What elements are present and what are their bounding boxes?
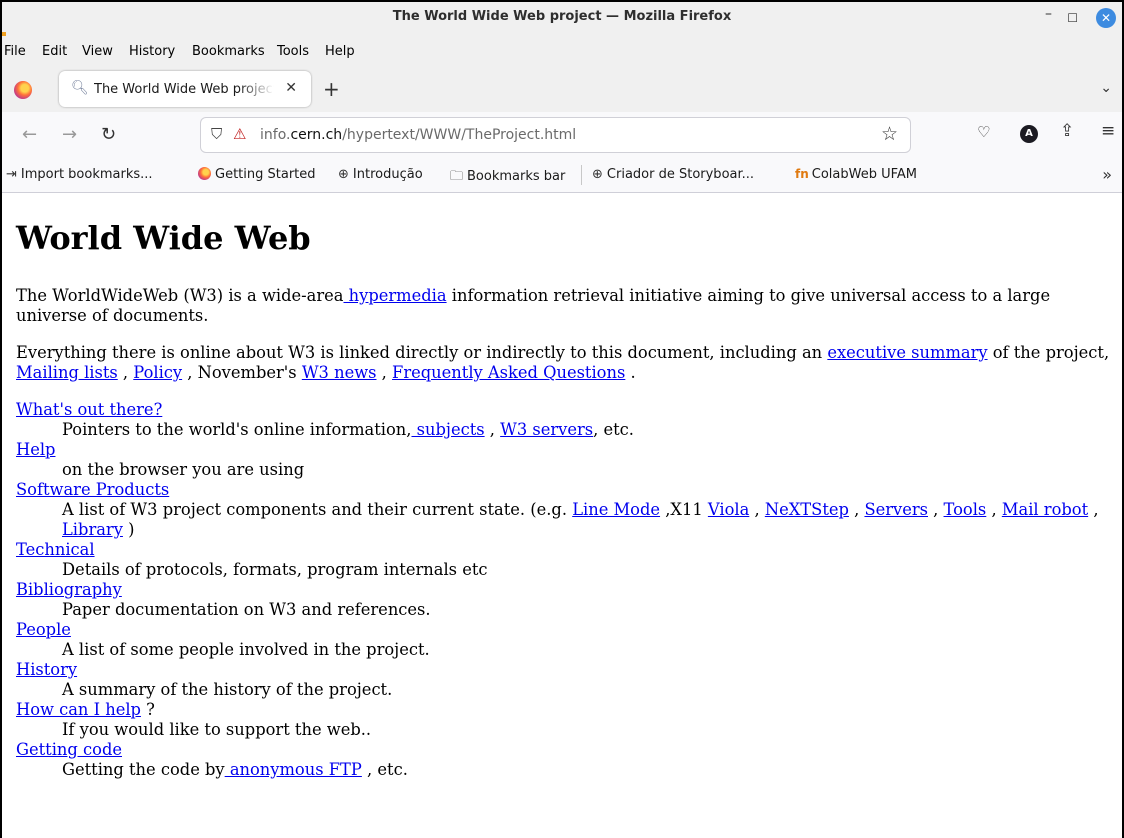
link-subjects[interactable]: subjects [411, 420, 485, 439]
link-hypermedia[interactable]: hypermedia [343, 286, 447, 305]
bookmarks-bar: ⇥ Import bookmarks... Getting Started ⊕ In… [2, 158, 1122, 193]
import-icon: ⇥ [6, 167, 17, 182]
link-faq[interactable]: Frequently Asked Questions [392, 363, 625, 382]
menu-history[interactable]: History [129, 44, 175, 59]
link-mail-robot[interactable]: Mail robot [1002, 500, 1088, 519]
tab-close-icon[interactable]: ✕ [285, 80, 297, 96]
list-item-desc: Paper documentation on W3 and references… [62, 600, 431, 619]
link-tools[interactable]: Tools [944, 500, 987, 519]
list-item-desc: A summary of the history of the project. [62, 680, 393, 699]
back-icon[interactable]: ← [22, 124, 37, 145]
link-history[interactable]: History [16, 660, 77, 679]
bookmark-introducao[interactable]: ⊕ Introdução [338, 167, 423, 182]
link-nextstep[interactable]: NeXTStep [765, 500, 849, 519]
browser-window: The World Wide Web project — Mozilla Fir… [0, 0, 1124, 838]
topic-list: What's out there? Pointers to the world'… [16, 400, 1116, 780]
bookmark-getting-started[interactable]: Getting Started [198, 167, 316, 182]
tab-strip: 🔍︎ The World Wide Web project ✕ + ⌄ [2, 66, 1122, 112]
list-item-desc: Details of protocols, formats, program i… [62, 560, 488, 579]
link-policy[interactable]: Policy [133, 363, 182, 382]
link-mailing-lists[interactable]: Mailing lists [16, 363, 118, 382]
bookmark-folder[interactable]: 🗀 Bookmarks bar [450, 167, 565, 189]
link-anonymous-ftp[interactable]: anonymous FTP [225, 760, 362, 779]
more-bookmarks-icon[interactable]: » [1102, 165, 1112, 184]
link-line-mode[interactable]: Line Mode [572, 500, 660, 519]
new-tab-icon[interactable]: + [323, 77, 340, 101]
link-help[interactable]: Help [16, 440, 55, 459]
link-people[interactable]: People [16, 620, 71, 639]
menu-view[interactable]: View [82, 44, 113, 59]
menu-file[interactable]: File [4, 44, 26, 59]
firefox-icon [198, 167, 211, 180]
navigation-bar: ← → ↻ ⛉ ⚠ info.cern.ch/hypertext/WWW/The… [2, 112, 1122, 158]
link-library[interactable]: Library [62, 520, 123, 539]
link-w3-news[interactable]: W3 news [302, 363, 377, 382]
menu-help[interactable]: Help [325, 44, 355, 59]
url-bar[interactable]: ⛉ ⚠ info.cern.ch/hypertext/WWW/TheProjec… [201, 118, 910, 152]
menu-bar: File Edit View History Bookmarks Tools H… [2, 36, 1122, 66]
menu-edit[interactable]: Edit [42, 44, 67, 59]
link-viola[interactable]: Viola [708, 500, 749, 519]
link-bibliography[interactable]: Bibliography [16, 580, 122, 599]
list-item-desc: A list of W3 project components and thei… [62, 500, 1099, 539]
menu-bookmarks[interactable]: Bookmarks [192, 44, 265, 59]
forward-icon[interactable]: → [62, 124, 77, 145]
tab-title: The World Wide Web project [94, 82, 274, 97]
window-title: The World Wide Web project — Mozilla Fir… [392, 9, 732, 24]
list-item-desc: If you would like to support the web.. [62, 720, 372, 739]
bookmark-star-icon[interactable]: ☆ [881, 123, 898, 145]
close-icon[interactable]: ✕ [1096, 8, 1116, 28]
firefox-view-icon[interactable] [14, 81, 32, 99]
minimize-icon[interactable]: – [1045, 6, 1052, 22]
bookmark-storyboard[interactable]: ⊕ Criador de Storyboar... [592, 167, 754, 182]
chevron-down-icon[interactable]: ⌄ [1100, 80, 1112, 96]
list-item-desc: A list of some people involved in the pr… [62, 640, 430, 659]
url-text[interactable]: info.cern.ch/hypertext/WWW/TheProject.ht… [260, 127, 576, 143]
link-software-products[interactable]: Software Products [16, 480, 169, 499]
list-item-desc: Getting the code by anonymous FTP , etc. [62, 760, 408, 779]
bookmark-colabweb[interactable]: fn ColabWeb UFAM [795, 167, 917, 182]
tab-active[interactable]: 🔍︎ The World Wide Web project ✕ [59, 71, 311, 107]
globe-icon: ⊕ [338, 167, 349, 182]
bookmark-separator [581, 165, 582, 185]
link-w3-servers[interactable]: W3 servers [500, 420, 593, 439]
colabweb-icon: fn [795, 167, 809, 181]
maximize-icon[interactable]: ☐ [1067, 11, 1078, 25]
account-icon[interactable]: A [1020, 125, 1038, 143]
link-whats-out-there[interactable]: What's out there? [16, 400, 162, 419]
intro-paragraph: The WorldWideWeb (W3) is a wide-area hyp… [16, 286, 1051, 325]
bookmark-import[interactable]: ⇥ Import bookmarks... [6, 167, 153, 182]
folder-icon: 🗀 [450, 169, 464, 184]
share-icon[interactable]: ⇪ [1060, 121, 1074, 141]
link-getting-code[interactable]: Getting code [16, 740, 122, 759]
overview-paragraph: Everything there is online about W3 is l… [16, 343, 1110, 382]
link-technical[interactable]: Technical [16, 540, 95, 559]
link-how-can-i-help[interactable]: How can I help [16, 700, 141, 719]
hamburger-menu-icon[interactable]: ≡ [1101, 121, 1115, 141]
pocket-icon[interactable]: ♡ [977, 123, 990, 141]
page-content: World Wide Web The WorldWideWeb (W3) is … [16, 192, 1116, 780]
page-icon: 🔍︎ [71, 80, 89, 96]
shield-icon[interactable]: ⛉ [211, 125, 222, 143]
insecure-lock-icon[interactable]: ⚠ [233, 125, 246, 143]
link-servers[interactable]: Servers [864, 500, 928, 519]
globe-icon: ⊕ [592, 167, 603, 182]
menu-tools[interactable]: Tools [277, 44, 309, 59]
link-executive-summary[interactable]: executive summary [827, 343, 987, 362]
list-item-desc: Pointers to the world's online informati… [62, 420, 634, 439]
reload-icon[interactable]: ↻ [101, 124, 116, 145]
title-bar: The World Wide Web project — Mozilla Fir… [2, 2, 1122, 36]
list-item-desc: on the browser you are using [62, 460, 305, 479]
page-title: World Wide Web [16, 219, 311, 257]
